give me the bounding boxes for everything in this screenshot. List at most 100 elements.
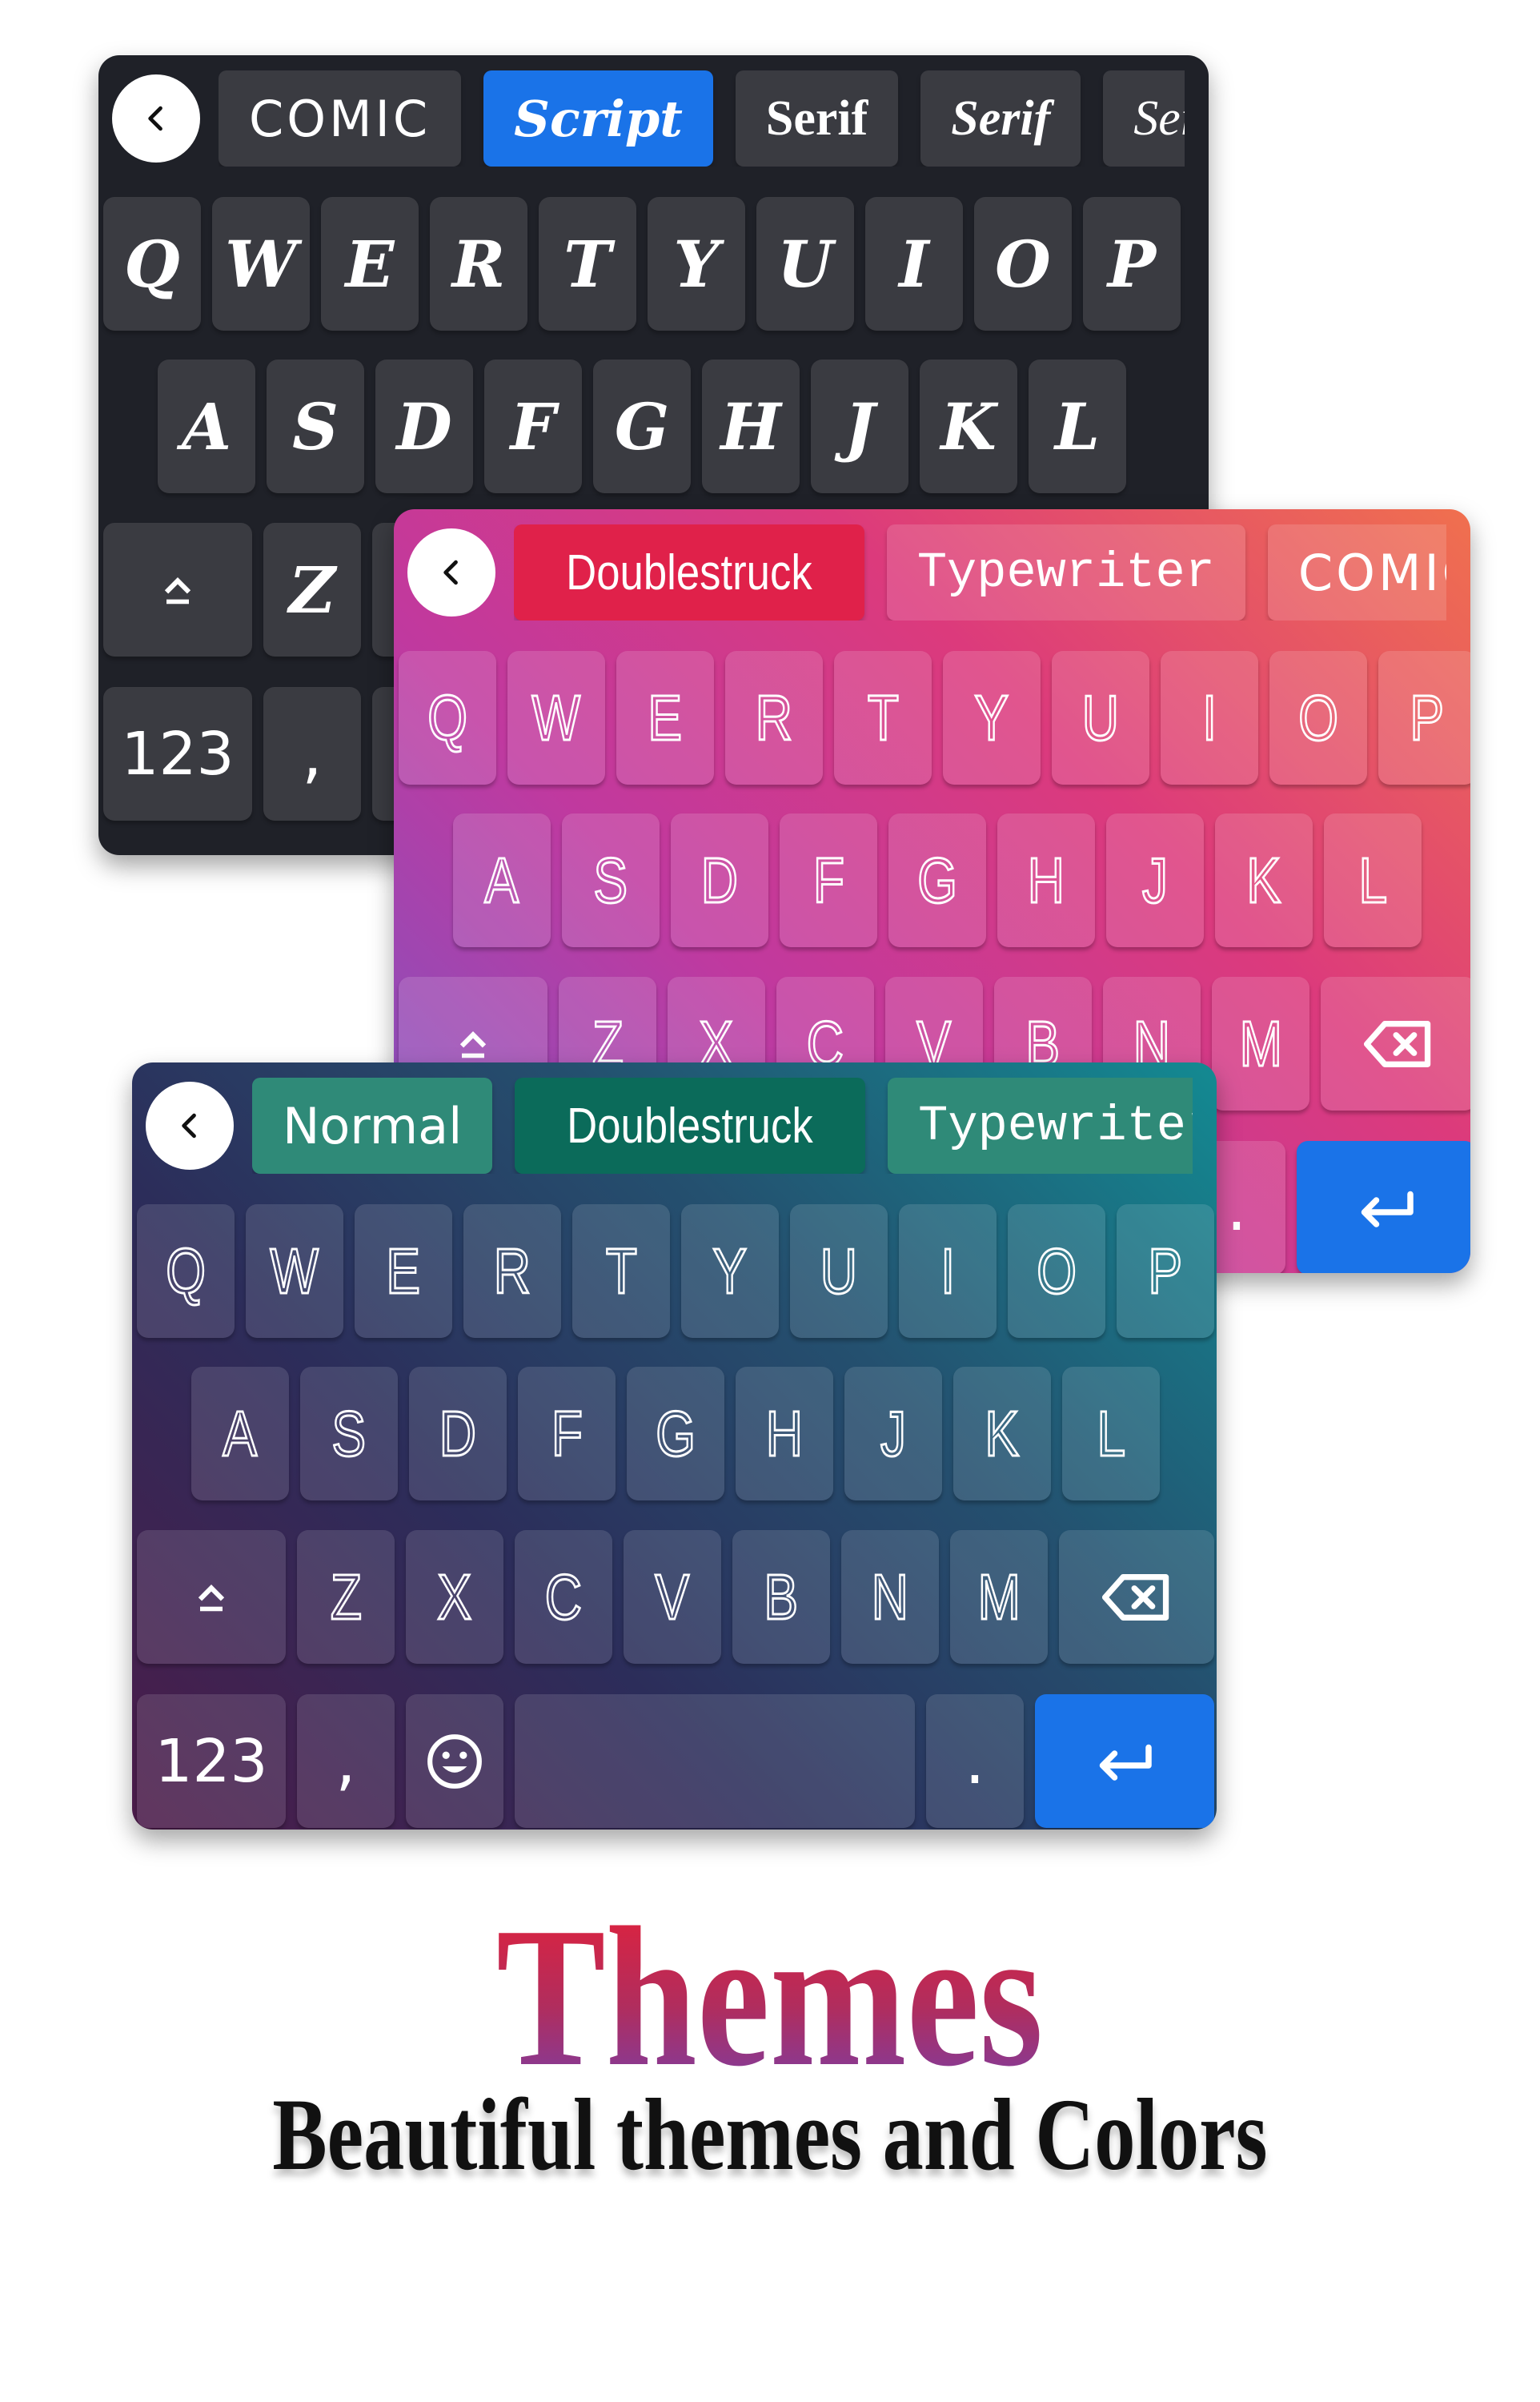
emoji-key[interactable] (406, 1694, 503, 1828)
key-o[interactable]: O (1269, 651, 1367, 785)
key-a[interactable]: A (191, 1367, 289, 1500)
key-r[interactable]: R (430, 197, 527, 331)
key-h[interactable]: H (736, 1367, 833, 1500)
key-t[interactable]: T (539, 197, 636, 331)
key-h[interactable]: H (997, 813, 1095, 947)
back-button[interactable] (407, 528, 495, 617)
key-d[interactable]: D (375, 359, 473, 493)
key-u[interactable]: U (756, 197, 854, 331)
key-q[interactable]: Q (137, 1204, 235, 1338)
key-j[interactable]: J (1106, 813, 1204, 947)
key-r[interactable]: R (463, 1204, 561, 1338)
key-j[interactable]: J (811, 359, 908, 493)
shift-key[interactable] (103, 523, 252, 657)
chip-label: COMIC (249, 89, 431, 148)
shift-key[interactable] (137, 1530, 286, 1664)
comma-key[interactable]: , (263, 687, 361, 821)
key-x[interactable]: X (406, 1530, 503, 1664)
key-p[interactable]: P (1378, 651, 1470, 785)
key-y[interactable]: Y (681, 1204, 779, 1338)
key-a[interactable]: A (453, 813, 551, 947)
key-t[interactable]: T (572, 1204, 670, 1338)
chip-label: Doublestruck (566, 544, 812, 600)
key-o[interactable]: O (1008, 1204, 1105, 1338)
backspace-key[interactable] (1059, 1530, 1214, 1664)
font-chip-comic[interactable]: COMIC (1267, 524, 1446, 621)
key-m[interactable]: M (1212, 977, 1309, 1111)
key-s[interactable]: S (300, 1367, 398, 1500)
key-s[interactable]: S (267, 359, 364, 493)
key-e[interactable]: E (616, 651, 714, 785)
key-f[interactable]: F (780, 813, 877, 947)
font-chip-serif[interactable]: Serif (920, 70, 1081, 167)
key-n[interactable]: N (841, 1530, 939, 1664)
key-w[interactable]: W (507, 651, 605, 785)
key-r[interactable]: R (725, 651, 823, 785)
key-h[interactable]: H (702, 359, 800, 493)
key-label: Y (973, 681, 1009, 754)
enter-key[interactable] (1035, 1694, 1214, 1828)
back-button[interactable] (146, 1082, 234, 1170)
key-a[interactable]: A (158, 359, 255, 493)
key-u[interactable]: U (1052, 651, 1149, 785)
key-k[interactable]: K (953, 1367, 1051, 1500)
key-l[interactable]: L (1029, 359, 1126, 493)
key-y[interactable]: Y (943, 651, 1041, 785)
numbers-key[interactable]: 123 (103, 687, 252, 821)
key-u[interactable]: U (790, 1204, 888, 1338)
key-i[interactable]: I (865, 197, 963, 331)
key-p[interactable]: P (1117, 1204, 1214, 1338)
key-i[interactable]: I (899, 1204, 997, 1338)
key-c[interactable]: C (515, 1530, 612, 1664)
font-chip-typewriter[interactable]: Typewriter (886, 524, 1245, 621)
key-label: I (899, 226, 929, 302)
key-k[interactable]: K (920, 359, 1017, 493)
key-i[interactable]: I (1161, 651, 1258, 785)
font-chip-script[interactable]: Script (483, 70, 713, 167)
numbers-key[interactable]: 123 (137, 1694, 286, 1828)
headline-subtitle-wrap: Beautiful themes and Colors (0, 2079, 1540, 2191)
key-g[interactable]: G (888, 813, 986, 947)
key-o[interactable]: O (974, 197, 1072, 331)
key-label: H (765, 1396, 804, 1470)
key-v[interactable]: V (624, 1530, 721, 1664)
key-p[interactable]: P (1083, 197, 1181, 331)
key-d[interactable]: D (671, 813, 768, 947)
font-chip-normal[interactable]: Normal (252, 1078, 493, 1174)
key-f[interactable]: F (518, 1367, 616, 1500)
key-z[interactable]: Z (297, 1530, 395, 1664)
key-y[interactable]: Y (648, 197, 745, 331)
font-chip-typewriter[interactable]: Typewriter (888, 1078, 1193, 1174)
key-s[interactable]: S (562, 813, 660, 947)
comma-key[interactable]: , (297, 1694, 395, 1828)
key-m[interactable]: M (950, 1530, 1048, 1664)
key-w[interactable]: W (212, 197, 310, 331)
backspace-key[interactable] (1321, 977, 1470, 1111)
font-chip-serif[interactable]: Serif (1103, 70, 1185, 167)
key-w[interactable]: W (246, 1204, 343, 1338)
key-f[interactable]: F (484, 359, 582, 493)
key-g[interactable]: G (593, 359, 691, 493)
numbers-key-label: 123 (154, 1726, 268, 1796)
key-t[interactable]: T (834, 651, 932, 785)
key-q[interactable]: Q (399, 651, 496, 785)
font-chip-doublestruck[interactable]: Doublestruck (515, 1078, 866, 1174)
font-chip-doublestruck[interactable]: Doublestruck (514, 524, 864, 621)
key-e[interactable]: E (321, 197, 419, 331)
space-bar[interactable] (515, 1694, 915, 1828)
key-k[interactable]: K (1215, 813, 1313, 947)
key-b[interactable]: B (732, 1530, 830, 1664)
key-d[interactable]: D (409, 1367, 507, 1500)
font-chip-serif[interactable]: Serif (735, 70, 899, 167)
key-l[interactable]: L (1324, 813, 1422, 947)
period-key[interactable]: . (926, 1694, 1024, 1828)
key-g[interactable]: G (627, 1367, 724, 1500)
key-l[interactable]: L (1062, 1367, 1160, 1500)
font-chip-comic[interactable]: COMIC (219, 70, 462, 167)
key-q[interactable]: Q (103, 197, 201, 331)
key-e[interactable]: E (355, 1204, 452, 1338)
key-z[interactable]: Z (263, 523, 361, 657)
enter-key[interactable] (1297, 1141, 1470, 1273)
back-button[interactable] (112, 74, 200, 163)
key-j[interactable]: J (844, 1367, 942, 1500)
